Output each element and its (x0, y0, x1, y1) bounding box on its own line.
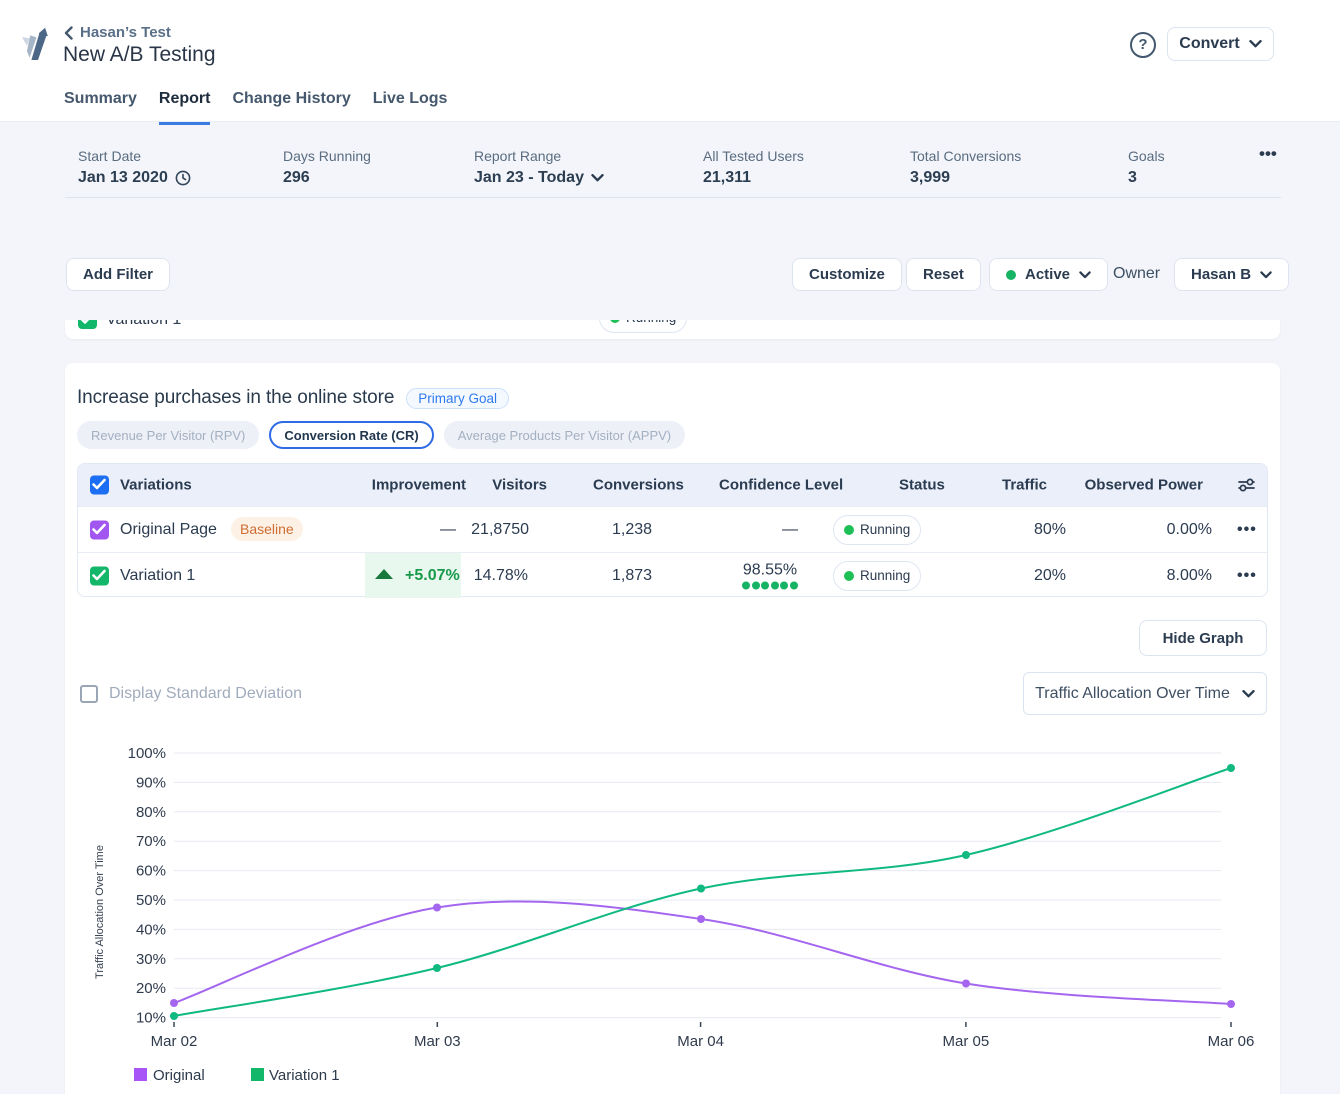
svg-text:70%: 70% (136, 833, 166, 850)
svg-text:100%: 100% (128, 745, 166, 762)
svg-text:40%: 40% (136, 921, 166, 938)
svg-text:10%: 10% (136, 1010, 166, 1027)
svg-text:Mar 06: Mar 06 (1208, 1033, 1255, 1050)
svg-text:Traffic Allocation Over Time: Traffic Allocation Over Time (94, 845, 106, 979)
svg-text:Variation 1: Variation 1 (269, 1067, 340, 1084)
svg-text:Mar 02: Mar 02 (151, 1033, 198, 1050)
svg-text:Mar 03: Mar 03 (414, 1033, 461, 1050)
svg-text:90%: 90% (136, 774, 166, 791)
svg-text:Original: Original (153, 1067, 205, 1084)
svg-text:20%: 20% (136, 980, 166, 997)
svg-text:Mar 05: Mar 05 (943, 1033, 990, 1050)
svg-text:80%: 80% (136, 804, 166, 821)
svg-text:50%: 50% (136, 892, 166, 909)
svg-text:30%: 30% (136, 951, 166, 968)
svg-text:60%: 60% (136, 863, 166, 880)
svg-text:Mar 04: Mar 04 (677, 1033, 724, 1050)
